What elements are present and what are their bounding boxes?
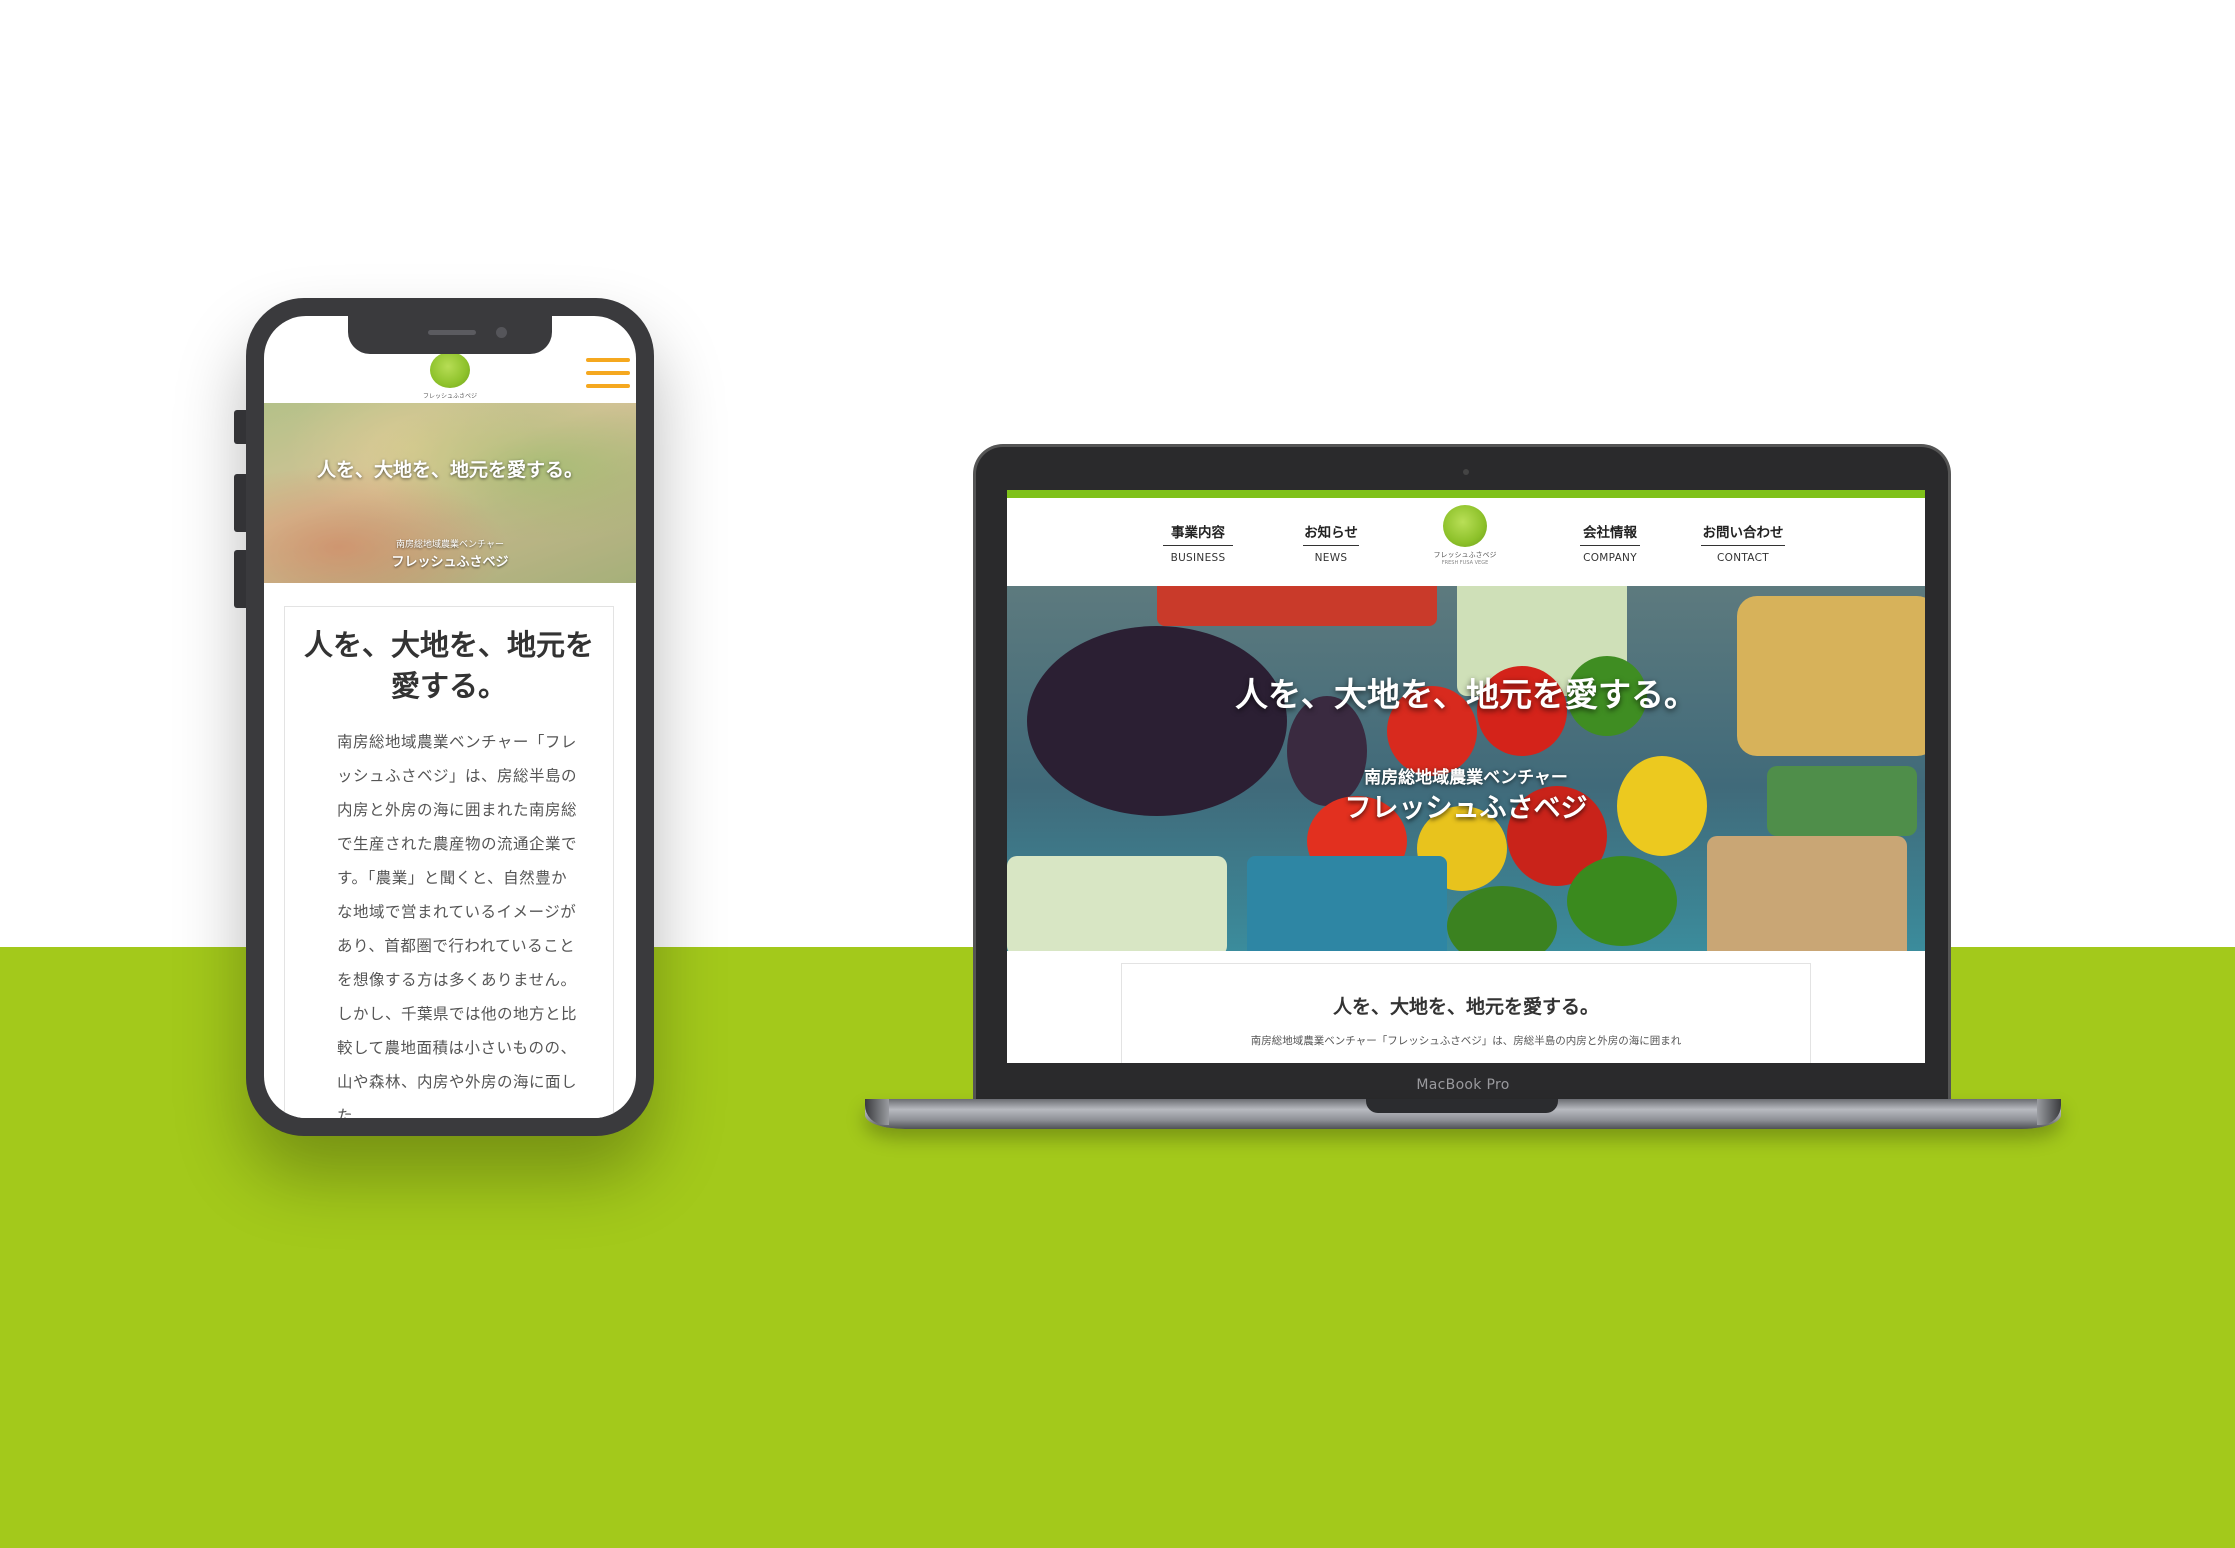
nav-item-news[interactable]: お知らせ NEWS xyxy=(1303,521,1359,564)
desktop-logo-text: フレッシュふさベジ xyxy=(1433,551,1497,559)
desktop-intro-card: 人を、大地を、地元を愛する。 南房総地域農業ベンチャー「フレッシュふさベジ」は、… xyxy=(1121,963,1811,1063)
cabbage-logo-icon[interactable] xyxy=(1443,505,1487,547)
desktop-intro-title: 人を、大地を、地元を愛する。 xyxy=(1332,996,1599,1018)
notch-camera xyxy=(496,327,507,338)
desktop-hero-title: 人を、大地を、地元を愛する。 xyxy=(1235,675,1697,714)
tomato-crate-image xyxy=(1157,586,1437,626)
phone-volume-down-button xyxy=(234,550,246,608)
nav-label-en: BUSINESS xyxy=(1170,552,1226,564)
desktop-intro-body: 南房総地域農業ベンチャー「フレッシュふさベジ」は、房総半島の内房と外房の海に囲ま… xyxy=(1250,1035,1682,1047)
laptop-lid: 事業内容 BUSINESS お知らせ NEWS フレッシュふさベジ FRESH … xyxy=(973,444,1951,1104)
phone-volume-up-button xyxy=(234,474,246,532)
nav-item-company[interactable]: 会社情報 COMPANY xyxy=(1580,521,1640,564)
mobile-intro-body: 南房総地域農業ベンチャー「フレッシュふさベジ」は、房総半島の内房と外房の海に囲ま… xyxy=(337,733,578,1118)
spring-onion-image xyxy=(1007,856,1227,951)
phone-notch xyxy=(348,316,552,354)
nav-label-ja: お問い合わせ xyxy=(1701,521,1785,546)
mobile-intro-card: 人を、大地を、地元を愛する。 南房総地域農業ベンチャー「フレッシュふさベジ」は、… xyxy=(284,606,614,1118)
notch-speaker xyxy=(428,330,476,335)
nav-label-ja: 事業内容 xyxy=(1163,521,1233,546)
mobile-hero-brand: フレッシュふさベジ xyxy=(391,555,509,570)
nav-label-en: COMPANY xyxy=(1583,552,1637,564)
cardboard-box-image xyxy=(1707,836,1907,951)
green-pepper-image xyxy=(1567,856,1677,946)
mobile-hero-title: 人を、大地を、地元を愛する。 xyxy=(316,459,583,481)
laptop-screen: 事業内容 BUSINESS お知らせ NEWS フレッシュふさベジ FRESH … xyxy=(1007,490,1925,1063)
desktop-hero-brand: フレッシュふさベジ xyxy=(1344,793,1588,824)
mobile-hero: 人を、大地を、地元を愛する。 南房総地域農業ベンチャー フレッシュふさベジ xyxy=(264,403,636,583)
nav-label-en: CONTACT xyxy=(1717,552,1769,564)
laptop-camera xyxy=(1463,469,1469,475)
mobile-hero-subtitle: 南房総地域農業ベンチャー xyxy=(396,540,504,550)
laptop-opening-notch xyxy=(1366,1099,1558,1113)
desktop-logo-subtext: FRESH FUSA VEGE xyxy=(1441,560,1489,566)
nav-label-ja: お知らせ xyxy=(1303,521,1359,546)
macbook-pro-label: MacBook Pro xyxy=(1416,1077,1510,1093)
header-accent-bar xyxy=(1007,490,1925,498)
blue-crate-image xyxy=(1247,856,1447,951)
desktop-hero: 人を、大地を、地元を愛する。 南房総地域農業ベンチャー フレッシュふさベジ xyxy=(1007,586,1925,951)
phone-mockup: フレッシュふさベジ 人を、大地を、地元を愛する。 南房総地域農業ベンチャー フレ… xyxy=(234,298,654,1136)
green-pepper-image xyxy=(1447,886,1557,951)
hamburger-icon[interactable] xyxy=(586,358,630,400)
nav-item-contact[interactable]: お問い合わせ CONTACT xyxy=(1701,521,1785,564)
desktop-hero-subtitle: 南房総地域農業ベンチャー xyxy=(1364,768,1568,788)
phone-silent-switch xyxy=(234,410,246,444)
desktop-nav: 事業内容 BUSINESS お知らせ NEWS フレッシュふさベジ FRESH … xyxy=(1007,498,1925,586)
nav-item-business[interactable]: 事業内容 BUSINESS xyxy=(1163,521,1233,564)
mobile-logo-text: フレッシュふさベジ xyxy=(422,393,477,400)
nav-label-ja: 会社情報 xyxy=(1580,521,1640,546)
cabbage-logo-icon[interactable] xyxy=(430,352,470,388)
nav-label-en: NEWS xyxy=(1314,552,1348,564)
mobile-intro-title: 人を、大地を、地元を愛する。 xyxy=(303,628,594,703)
phone-screen: フレッシュふさベジ 人を、大地を、地元を愛する。 南房総地域農業ベンチャー フレ… xyxy=(264,316,636,1118)
